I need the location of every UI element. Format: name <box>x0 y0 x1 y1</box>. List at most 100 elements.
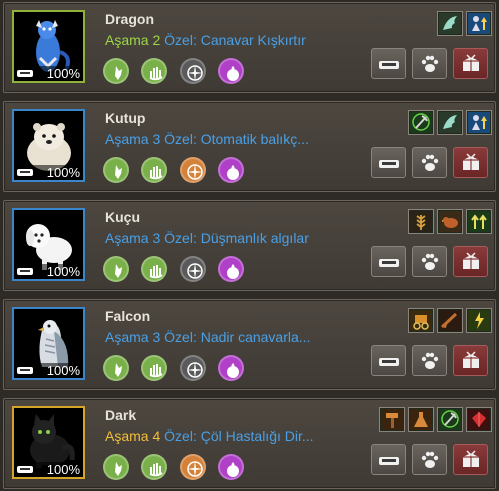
stage-number: 3 <box>152 131 161 147</box>
compass-skill-icon[interactable] <box>180 355 206 381</box>
bowl-icon <box>17 466 33 473</box>
wing-icon[interactable] <box>437 110 463 135</box>
hunger-meter: 100% <box>14 462 83 477</box>
stage-label: Aşama <box>105 230 149 246</box>
pet-stage-line: Aşama 2 Özel: Canavar Kışkırtır <box>105 32 306 48</box>
compass-skill-icon[interactable] <box>180 157 206 183</box>
person-up-icon[interactable] <box>466 11 492 36</box>
pet-button[interactable] <box>412 345 447 376</box>
stage-label: Aşama <box>105 131 149 147</box>
release-button[interactable] <box>453 246 488 277</box>
pet-portrait[interactable]: 100% <box>12 307 85 380</box>
feed-button[interactable] <box>371 147 406 178</box>
item-skill-icon[interactable] <box>218 58 244 84</box>
pet-card[interactable]: 100% Dragon Aşama 2 Özel: Canavar Kışkırtı… <box>3 2 496 93</box>
bowl-icon <box>17 169 33 176</box>
release-button[interactable] <box>453 345 488 376</box>
wheat-icon[interactable] <box>408 209 434 234</box>
pet-portrait[interactable]: 100% <box>12 208 85 281</box>
stage-label: Aşama <box>105 32 149 48</box>
hunger-meter: 100% <box>14 363 83 378</box>
pet-stage-line: Aşama 4 Özel: Çöl Hastalığı Dir... <box>105 428 314 444</box>
pet-name: Dragon <box>105 11 154 27</box>
stage-indicator: Aşama 3 <box>105 329 160 345</box>
paw-skill-icon[interactable] <box>141 256 167 282</box>
rifle-icon[interactable] <box>437 308 463 333</box>
item-skill-icon[interactable] <box>218 157 244 183</box>
stage-number: 2 <box>152 32 161 48</box>
item-skill-icon[interactable] <box>218 256 244 282</box>
pet-portrait[interactable]: 100% <box>12 10 85 83</box>
pickaxe-icon[interactable] <box>408 110 434 135</box>
pet-card[interactable]: 100% Kutup Aşama 3 Özel: Otomatik balıkç..… <box>3 101 496 192</box>
hunger-value: 100% <box>46 165 80 180</box>
hunger-meter: 100% <box>14 66 83 81</box>
feed-button[interactable] <box>371 48 406 79</box>
stage-indicator: Aşama 2 <box>105 32 160 48</box>
wing-icon[interactable] <box>437 11 463 36</box>
paw-skill-icon[interactable] <box>141 157 167 183</box>
feed-button[interactable] <box>371 246 406 277</box>
stamina-skill-icon[interactable] <box>103 58 129 84</box>
pet-portrait[interactable]: 100% <box>12 406 85 479</box>
hunger-value: 100% <box>46 264 80 279</box>
item-skill-icon[interactable] <box>218 454 244 480</box>
compass-skill-icon[interactable] <box>180 454 206 480</box>
pet-name: Dark <box>105 407 137 423</box>
stage-label: Aşama <box>105 428 149 444</box>
pet-list: 100% Dragon Aşama 2 Özel: Canavar Kışkırtı… <box>0 0 499 491</box>
pet-card[interactable]: 100% Falcon Aşama 3 Özel: Nadir canavarla.… <box>3 299 496 390</box>
pet-name: Falcon <box>105 308 151 324</box>
hunger-meter: 100% <box>14 165 83 180</box>
pet-name: Kuçu <box>105 209 140 225</box>
pet-button[interactable] <box>412 48 447 79</box>
compass-skill-icon[interactable] <box>180 58 206 84</box>
pet-stage-line: Aşama 3 Özel: Düşmanlık algılar <box>105 230 309 246</box>
stage-indicator: Aşama 4 <box>105 428 160 444</box>
stamina-skill-icon[interactable] <box>103 157 129 183</box>
pickaxe-icon[interactable] <box>437 407 463 432</box>
special-ability: Özel: Düşmanlık algılar <box>164 230 309 246</box>
bowl-icon <box>17 268 33 275</box>
release-button[interactable] <box>453 444 488 475</box>
flask-icon[interactable] <box>408 407 434 432</box>
hammer-icon[interactable] <box>379 407 405 432</box>
pet-card[interactable]: 100% Dark Aşama 4 Özel: Çöl Hastalığı Dir.… <box>3 398 496 489</box>
arrows-up-icon[interactable] <box>466 209 492 234</box>
stamina-skill-icon[interactable] <box>103 355 129 381</box>
pet-stage-line: Aşama 3 Özel: Otomatik balıkç... <box>105 131 309 147</box>
stage-indicator: Aşama 3 <box>105 131 160 147</box>
item-skill-icon[interactable] <box>218 355 244 381</box>
lightning-person-icon[interactable] <box>466 308 492 333</box>
release-button[interactable] <box>453 48 488 79</box>
paw-skill-icon[interactable] <box>141 355 167 381</box>
feed-button[interactable] <box>371 444 406 475</box>
stage-number: 3 <box>152 329 161 345</box>
stage-number: 3 <box>152 230 161 246</box>
stage-label: Aşama <box>105 329 149 345</box>
hunger-value: 100% <box>46 363 80 378</box>
pet-card[interactable]: 100% Kuçu Aşama 3 Özel: Düşmanlık algılar <box>3 200 496 291</box>
pet-portrait[interactable]: 100% <box>12 109 85 182</box>
bowl-icon <box>17 367 33 374</box>
person-up-icon[interactable] <box>466 110 492 135</box>
special-ability: Özel: Nadir canavarla... <box>164 329 311 345</box>
stamina-skill-icon[interactable] <box>103 256 129 282</box>
feed-button[interactable] <box>371 345 406 376</box>
hunger-value: 100% <box>46 66 80 81</box>
carriage-icon[interactable] <box>408 308 434 333</box>
pet-button[interactable] <box>412 444 447 475</box>
stamina-skill-icon[interactable] <box>103 454 129 480</box>
paw-skill-icon[interactable] <box>141 454 167 480</box>
pet-button[interactable] <box>412 246 447 277</box>
compass-skill-icon[interactable] <box>180 256 206 282</box>
paw-skill-icon[interactable] <box>141 58 167 84</box>
stage-indicator: Aşama 3 <box>105 230 160 246</box>
stage-number: 4 <box>152 428 161 444</box>
bird-icon[interactable] <box>437 209 463 234</box>
pet-name: Kutup <box>105 110 146 126</box>
release-button[interactable] <box>453 147 488 178</box>
pet-button[interactable] <box>412 147 447 178</box>
special-ability: Özel: Çöl Hastalığı Dir... <box>164 428 314 444</box>
red-gem-icon[interactable] <box>466 407 492 432</box>
